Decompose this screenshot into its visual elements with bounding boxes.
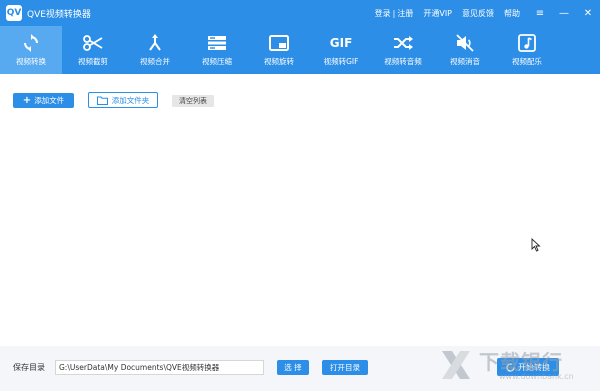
clear-list-button[interactable]: 清空列表 <box>172 95 214 107</box>
convert-icon <box>21 33 41 52</box>
help-link[interactable]: 帮助 <box>504 8 520 19</box>
register-link[interactable]: 注册 <box>397 8 413 19</box>
select-label: 选 择 <box>284 363 302 372</box>
shuffle-icon <box>393 34 413 52</box>
close-button[interactable]: ✕ <box>576 8 600 19</box>
rotate-icon <box>269 34 289 52</box>
tool-video-mute[interactable]: 视频消音 <box>434 26 496 74</box>
select-directory-button[interactable]: 选 择 <box>277 360 309 375</box>
save-directory-label: 保存目录 <box>13 363 45 372</box>
tool-video-to-gif[interactable]: GIF 视频转GIF <box>310 26 372 74</box>
watermark-text: 下载银行 <box>479 350 563 374</box>
gif-icon: GIF <box>329 34 353 52</box>
gif-icon-text: GIF <box>329 35 353 50</box>
tool-video-to-audio[interactable]: 视频转音频 <box>372 26 434 74</box>
watermark-logo-icon <box>442 351 470 379</box>
compress-icon <box>207 34 227 52</box>
feedback-link[interactable]: 意见反馈 <box>462 8 494 19</box>
mouse-cursor-icon <box>531 238 541 252</box>
mute-icon <box>455 33 475 52</box>
tool-label: 视频转音频 <box>384 56 422 66</box>
file-list-area[interactable] <box>0 114 600 346</box>
title-bar: QV QVE视频转换器 登录 | 注册 开通VIP 意见反馈 帮助 ≡ — ✕ <box>0 0 600 26</box>
clear-list-label: 清空列表 <box>179 97 207 105</box>
feature-toolbar: 视频转换 视频截剪 视频合并 视频压缩 视频旋转 GIF 视频转GIF 视频转音… <box>0 26 600 74</box>
app-title: QVE视频转换器 <box>27 9 91 20</box>
plus-icon: + <box>22 94 32 106</box>
save-path-input[interactable] <box>55 360 264 375</box>
title-links: 登录 | 注册 开通VIP 意见反馈 帮助 ≡ — ✕ <box>365 0 600 26</box>
add-folder-button[interactable]: 添加文件夹 <box>88 92 158 108</box>
link-divider: | <box>392 8 396 18</box>
tool-video-cut[interactable]: 视频截剪 <box>62 26 124 74</box>
tool-video-convert[interactable]: 视频转换 <box>0 26 62 74</box>
tool-video-music[interactable]: 视频配乐 <box>496 26 558 74</box>
open-directory-button[interactable]: 打开目录 <box>322 360 368 375</box>
action-bar: + 添加文件 添加文件夹 清空列表 <box>0 74 600 114</box>
tool-label: 视频转GIF <box>323 56 359 66</box>
tool-video-rotate[interactable]: 视频旋转 <box>248 26 310 74</box>
add-folder-label: 添加文件夹 <box>111 95 150 105</box>
open-directory-label: 打开目录 <box>330 363 360 372</box>
menu-button[interactable]: ≡ <box>528 8 552 19</box>
scissors-icon <box>83 34 103 52</box>
tool-label: 视频旋转 <box>264 56 294 66</box>
folder-icon <box>96 96 108 105</box>
tool-label: 视频压缩 <box>202 56 232 66</box>
watermark: 下载银行 www.downbank.cn <box>439 344 589 384</box>
login-link[interactable]: 登录 <box>375 8 391 19</box>
minimize-button[interactable]: — <box>552 8 576 19</box>
add-file-label: 添加文件 <box>34 96 65 105</box>
app-logo-icon: QV <box>6 5 22 21</box>
add-file-button[interactable]: + 添加文件 <box>13 93 74 108</box>
tool-label: 视频消音 <box>450 56 480 66</box>
tool-label: 视频截剪 <box>78 56 108 66</box>
app-logo-text: QV <box>6 8 22 18</box>
tool-label: 视频转换 <box>16 56 46 66</box>
tool-video-merge[interactable]: 视频合并 <box>124 26 186 74</box>
tool-video-compress[interactable]: 视频压缩 <box>186 26 248 74</box>
tool-label: 视频合并 <box>140 56 170 66</box>
music-icon <box>517 33 537 52</box>
vip-link[interactable]: 开通VIP <box>423 8 452 19</box>
tool-label: 视频配乐 <box>512 56 542 66</box>
watermark-url: www.downbank.cn <box>499 372 574 381</box>
merge-icon <box>145 33 165 52</box>
